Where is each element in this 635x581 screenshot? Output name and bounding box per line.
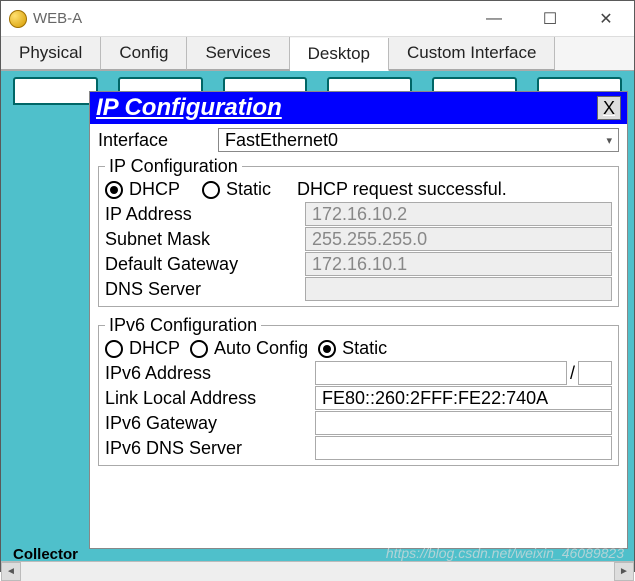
desktop-area: Collector IP Configuration X Interface F… (1, 71, 634, 581)
tab-services[interactable]: Services (187, 37, 289, 70)
ipv6-dns-input[interactable] (315, 436, 612, 460)
subnet-mask-input[interactable]: 255.255.255.0 (305, 227, 612, 251)
ip-address-input[interactable]: 172.16.10.2 (305, 202, 612, 226)
dns-server-label: DNS Server (105, 279, 305, 300)
interface-value: FastEthernet0 (225, 130, 338, 151)
dns-server-input[interactable] (305, 277, 612, 301)
ip-configuration-panel: IP Configuration X Interface FastEtherne… (89, 91, 628, 549)
default-gateway-label: Default Gateway (105, 254, 305, 275)
ipv6-fieldset: IPv6 Configuration DHCP Auto Config Stat… (98, 315, 619, 466)
watermark-text: https://blog.csdn.net/weixin_46089823 (386, 545, 624, 561)
chevron-down-icon: ▾ (606, 134, 612, 147)
window-title: WEB-A (33, 10, 82, 27)
window-controls: — ☐ ✕ (466, 1, 634, 36)
minimize-button[interactable]: — (466, 1, 522, 36)
ipv6-dns-label: IPv6 DNS Server (105, 438, 315, 459)
ipv6-auto-radio[interactable] (190, 340, 208, 358)
tab-custom-interface[interactable]: Custom Interface (389, 37, 555, 70)
subnet-mask-label: Subnet Mask (105, 229, 305, 250)
ip-configuration-body: Interface FastEthernet0 ▾ IP Configurati… (90, 124, 627, 548)
horizontal-scrollbar[interactable]: ◄ ► (1, 561, 634, 581)
tab-desktop[interactable]: Desktop (290, 38, 389, 71)
ipv6-address-input[interactable] (315, 361, 567, 385)
close-button[interactable]: ✕ (578, 1, 634, 36)
ipv4-dhcp-radio[interactable] (105, 181, 123, 199)
ipv6-legend: IPv6 Configuration (105, 315, 261, 336)
ip-configuration-title: IP Configuration (96, 94, 282, 122)
ipv6-static-label: Static (342, 338, 387, 359)
ip-configuration-titlebar: IP Configuration X (90, 92, 627, 124)
main-tabbar: Physical Config Services Desktop Custom … (1, 37, 634, 71)
app-icon (9, 10, 27, 28)
ipv4-static-label: Static (226, 179, 271, 200)
ip-address-label: IP Address (105, 204, 305, 225)
ipv6-address-label: IPv6 Address (105, 363, 315, 384)
ipv6-static-radio[interactable] (318, 340, 336, 358)
ip-configuration-close-button[interactable]: X (597, 96, 621, 120)
dhcp-status-text: DHCP request successful. (297, 179, 507, 200)
ipv6-dhcp-label: DHCP (129, 338, 180, 359)
ipv4-static-radio[interactable] (202, 181, 220, 199)
desktop-tile[interactable] (13, 77, 98, 105)
ipv6-prefix-slash: / (570, 363, 575, 384)
ipv4-fieldset: IP Configuration DHCP Static DHCP reques… (98, 156, 619, 307)
window-titlebar: WEB-A — ☐ ✕ (1, 1, 634, 37)
ipv6-dhcp-radio[interactable] (105, 340, 123, 358)
ipv6-gateway-label: IPv6 Gateway (105, 413, 315, 434)
tab-physical[interactable]: Physical (1, 37, 101, 70)
ipv6-gateway-input[interactable] (315, 411, 612, 435)
link-local-label: Link Local Address (105, 388, 315, 409)
interface-select[interactable]: FastEthernet0 ▾ (218, 128, 619, 152)
interface-label: Interface (98, 130, 218, 151)
ipv4-dhcp-label: DHCP (129, 179, 180, 200)
default-gateway-input[interactable]: 172.16.10.1 (305, 252, 612, 276)
maximize-button[interactable]: ☐ (522, 1, 578, 36)
tab-config[interactable]: Config (101, 37, 187, 70)
ipv6-prefix-input[interactable] (578, 361, 612, 385)
link-local-input[interactable]: FE80::260:2FFF:FE22:740A (315, 386, 612, 410)
ipv6-auto-label: Auto Config (214, 338, 308, 359)
ipv4-legend: IP Configuration (105, 156, 242, 177)
